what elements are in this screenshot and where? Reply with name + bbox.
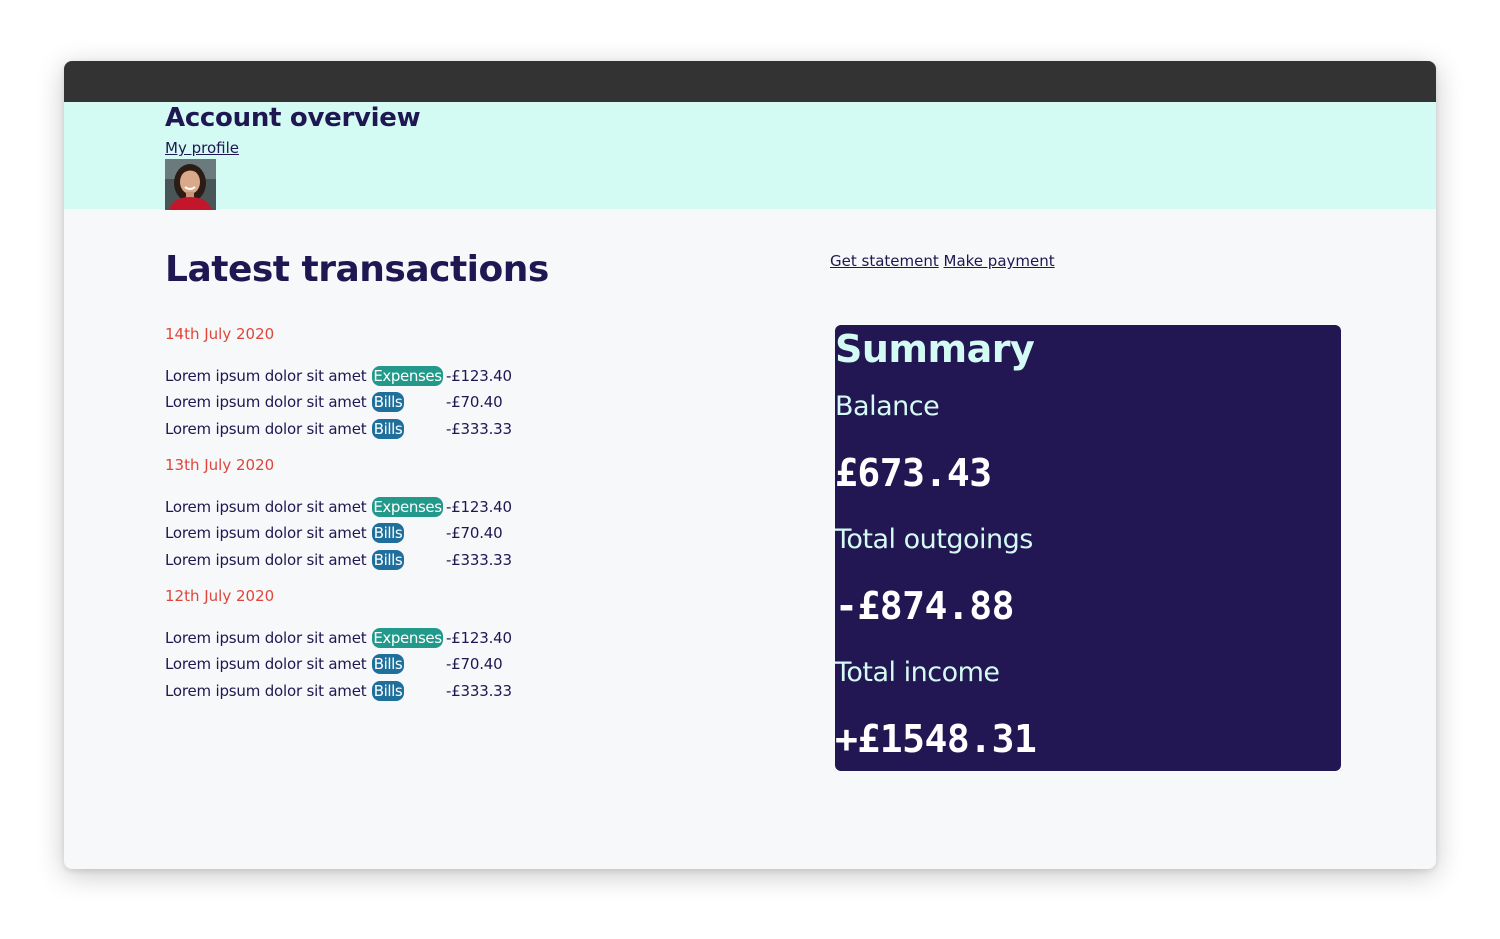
category-badge: Expenses [372,366,443,387]
transaction-description: Lorem ipsum dolor sit amet [165,419,367,438]
transaction-amount: -£333.33 [446,419,512,438]
transaction-description: Lorem ipsum dolor sit amet [165,498,367,517]
total-outgoings-label: Total outgoings [835,524,1033,555]
avatar-image [165,159,216,210]
page-title: Account overview [165,103,421,133]
transaction-row: Lorem ipsum dolor sit amet Expenses -£123.… [165,494,585,520]
page-header: Account overview My profile [64,102,1436,210]
transaction-date: 14th July 2020 [165,325,275,343]
category-badge: Bills [372,680,404,701]
category-slot: Bills [372,520,446,546]
category-badge: Bills [372,549,404,570]
category-slot: Bills [372,678,446,704]
transaction-description: Lorem ipsum dolor sit amet [165,655,367,674]
total-income-label: Total income [835,657,1000,688]
category-slot: Expenses [372,494,446,520]
category-badge: Expenses [372,497,443,518]
transaction-row: Lorem ipsum dolor sit amet Bills -£333.33 [165,416,585,442]
total-outgoings-value: -£874.88 [835,584,1015,628]
transaction-amount: -£333.33 [446,550,512,569]
transaction-row: Lorem ipsum dolor sit amet Bills -£333.33 [165,546,585,572]
transaction-description: Lorem ipsum dolor sit amet [165,524,367,543]
transaction-description: Lorem ipsum dolor sit amet [165,393,367,412]
transaction-description: Lorem ipsum dolor sit amet [165,681,367,700]
category-slot: Bills [372,416,446,442]
transaction-description: Lorem ipsum dolor sit amet [165,550,367,569]
app-window: Account overview My profile Latest trans… [64,61,1436,869]
transaction-row: Lorem ipsum dolor sit amet Bills -£70.40 [165,520,585,546]
transaction-row: Lorem ipsum dolor sit amet Expenses -£123.… [165,363,585,389]
avatar [165,159,216,210]
summary-title: Summary [835,327,1035,371]
make-payment-link[interactable]: Make payment [944,252,1055,270]
category-slot: Bills [372,547,446,573]
transaction-list: 14th July 2020 Lorem ipsum dolor sit amet… [165,323,585,716]
transaction-group: 12th July 2020 Lorem ipsum dolor sit amet… [165,585,585,704]
category-slot: Bills [372,389,446,415]
category-badge: Expenses [372,627,443,648]
transaction-amount: -£123.40 [446,498,512,517]
transaction-date: 13th July 2020 [165,455,275,474]
transaction-amount: -£70.40 [446,393,503,412]
transaction-description: Lorem ipsum dolor sit amet [165,367,367,386]
transaction-row: Lorem ipsum dolor sit amet Bills -£333.33 [165,677,585,703]
transaction-row: Lorem ipsum dolor sit amet Expenses -£123.… [165,625,585,651]
balance-value: £673.43 [835,451,992,495]
summary-panel: Summary Balance £673.43 Total outgoings … [835,325,1341,771]
transaction-group: 13th July 2020 Lorem ipsum dolor sit amet… [165,454,585,573]
category-badge: Bills [372,523,404,544]
action-links: Get statement Make payment [830,252,1055,270]
transaction-row: Lorem ipsum dolor sit amet Bills -£70.40 [165,651,585,677]
category-slot: Expenses [372,363,446,389]
category-badge: Bills [372,418,404,439]
transaction-row: Lorem ipsum dolor sit amet Bills -£70.40 [165,389,585,415]
balance-label: Balance [835,391,940,422]
category-slot: Expenses [372,625,446,651]
transaction-description: Lorem ipsum dolor sit amet [165,628,367,647]
transaction-group: 14th July 2020 Lorem ipsum dolor sit amet… [165,323,585,442]
get-statement-link[interactable]: Get statement [830,252,939,270]
transaction-amount: -£123.40 [446,367,512,386]
my-profile-link[interactable]: My profile [165,139,239,157]
transaction-amount: -£333.33 [446,681,512,700]
window-titlebar [64,61,1436,102]
category-badge: Bills [372,654,404,675]
total-income-value: +£1548.31 [835,717,1037,761]
transaction-amount: -£123.40 [446,628,512,647]
transaction-amount: -£70.40 [446,524,503,543]
transaction-amount: -£70.40 [446,655,503,674]
transaction-date: 12th July 2020 [165,586,275,605]
section-title: Latest transactions [165,249,549,290]
category-badge: Bills [372,392,404,413]
category-slot: Bills [372,651,446,677]
